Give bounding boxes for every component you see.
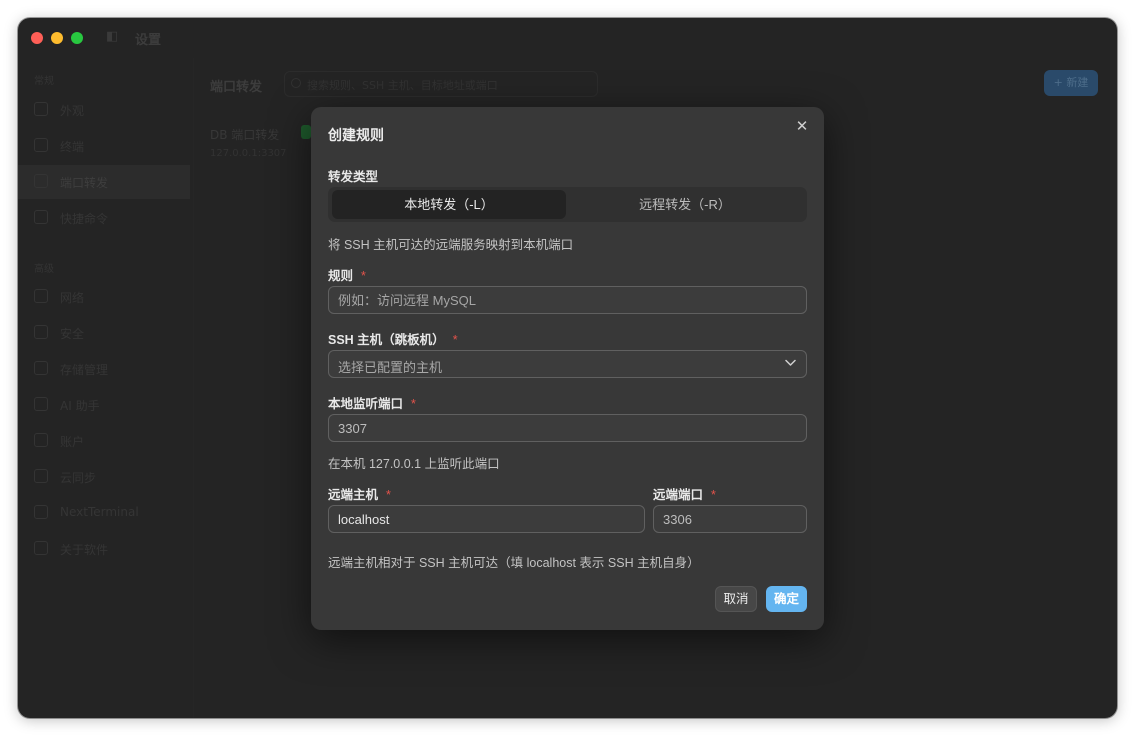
dialog-title: 创建规则 <box>328 127 384 143</box>
remote-port-input[interactable] <box>653 505 807 533</box>
ssh-host-select[interactable]: 选择已配置的主机 <box>328 350 807 378</box>
forward-type-segmented-control: 本地转发（-L） 远程转发（-R） <box>328 187 807 222</box>
remote-forward-option[interactable]: 远程转发（-R） <box>568 190 802 219</box>
confirm-button[interactable]: 确定 <box>766 586 807 612</box>
forward-type-hint: 将 SSH 主机可达的远端服务映射到本机端口 <box>328 238 574 252</box>
local-forward-option[interactable]: 本地转发（-L） <box>332 190 566 219</box>
remote-port-label: 远端端口 * <box>653 484 716 503</box>
local-port-hint: 在本机 127.0.0.1 上监听此端口 <box>328 457 500 471</box>
rule-label-text: 规则 <box>328 269 354 283</box>
create-rule-dialog: 创建规则 ✕ 转发类型 本地转发（-L） 远程转发（-R） 将 SSH 主机可达… <box>311 107 824 630</box>
remote-host-label: 远端主机 * <box>328 484 391 503</box>
forward-type-label: 转发类型 <box>328 170 379 184</box>
required-mark: * <box>411 397 416 411</box>
local-port-label-text: 本地监听端口 <box>328 397 404 411</box>
required-mark: * <box>452 333 458 347</box>
remote-host-input[interactable] <box>328 505 645 533</box>
remote-port-label-text: 远端端口 <box>653 488 704 502</box>
rule-name-label: 规则 * <box>328 265 366 284</box>
required-mark: * <box>386 488 391 502</box>
chevron-down-icon <box>785 359 796 366</box>
required-mark: * <box>711 488 716 502</box>
remote-host-hint: 远端主机相对于 SSH 主机可达（填 localhost 表示 SSH 主机自身… <box>328 556 700 570</box>
rule-name-input[interactable] <box>328 286 807 314</box>
required-mark: * <box>361 269 366 283</box>
ssh-host-label: SSH 主机（跳板机） * <box>328 329 458 348</box>
local-port-input[interactable] <box>328 414 807 442</box>
remote-host-label-text: 远端主机 <box>328 488 379 502</box>
cancel-button[interactable]: 取消 <box>715 586 757 612</box>
close-icon[interactable]: ✕ <box>794 119 810 135</box>
ssh-label-text: SSH 主机（跳板机） <box>328 333 445 347</box>
ssh-host-placeholder: 选择已配置的主机 <box>338 360 443 375</box>
local-port-label: 本地监听端口 * <box>328 393 416 412</box>
